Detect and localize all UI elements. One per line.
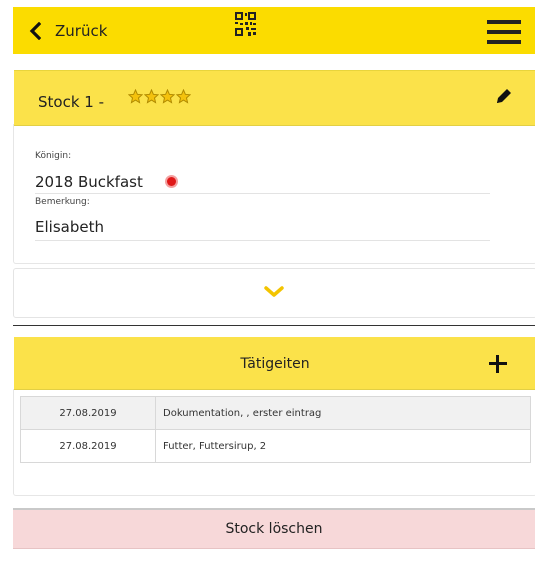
queen-label: Königin: xyxy=(35,151,72,161)
activities-title: Tätigeiten xyxy=(240,356,310,372)
back-button[interactable]: Zurück xyxy=(29,17,107,45)
section-divider xyxy=(13,325,535,326)
activity-date: 27.08.2019 xyxy=(20,429,156,463)
activity-description: Dokumentation, , erster eintrag xyxy=(155,396,531,430)
hamburger-menu-icon[interactable] xyxy=(487,20,521,45)
delete-hive-button[interactable]: Stock löschen xyxy=(13,508,535,549)
star-icon xyxy=(144,89,159,104)
back-label: Zurück xyxy=(55,22,108,40)
queen-value: 2018 Buckfast xyxy=(35,173,143,191)
plus-icon[interactable] xyxy=(488,354,508,374)
queen-status-dot xyxy=(167,177,176,186)
star-icon xyxy=(160,89,175,104)
chevron-down-icon xyxy=(264,286,284,297)
activities-table: 27.08.2019 Dokumentation, , erster eintra… xyxy=(20,396,531,463)
activity-row[interactable]: 27.08.2019 Futter, Futtersirup, 2 xyxy=(20,429,531,463)
star-icon xyxy=(176,89,191,104)
activity-description: Futter, Futtersirup, 2 xyxy=(155,429,531,463)
delete-hive-label: Stock löschen xyxy=(225,521,323,537)
qr-code-icon xyxy=(234,11,257,37)
hive-title: Stock 1 - xyxy=(38,93,105,111)
activities-card: 27.08.2019 Dokumentation, , erster eintra… xyxy=(13,389,535,496)
field-divider xyxy=(35,193,490,194)
rating-stars xyxy=(128,89,191,104)
hive-info-card: Königin: 2018 Buckfast Bemerkung: Elisab… xyxy=(13,124,535,264)
pencil-icon[interactable] xyxy=(495,87,513,105)
note-value: Elisabeth xyxy=(35,218,104,236)
note-label: Bemerkung: xyxy=(35,197,90,207)
expand-details-button[interactable] xyxy=(13,268,535,318)
hive-card-header: Stock 1 - xyxy=(14,70,535,126)
chevron-left-icon xyxy=(29,22,41,40)
top-bar: Zurück xyxy=(13,7,535,54)
field-divider xyxy=(35,240,490,241)
activities-header: Tätigeiten xyxy=(14,337,535,390)
activity-date: 27.08.2019 xyxy=(20,396,156,430)
star-icon xyxy=(128,89,143,104)
activity-row[interactable]: 27.08.2019 Dokumentation, , erster eintra… xyxy=(20,396,531,430)
